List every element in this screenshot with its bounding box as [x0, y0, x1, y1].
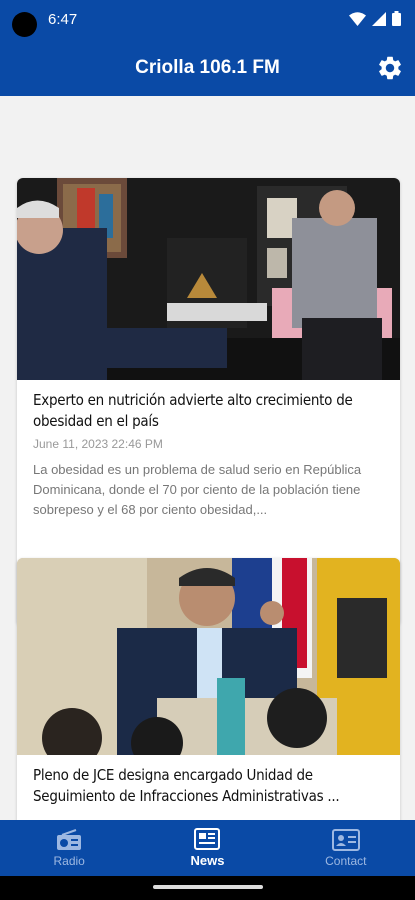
- settings-button[interactable]: [373, 51, 407, 85]
- article-image: [17, 558, 400, 755]
- nav-label-contact: Contact: [325, 853, 367, 868]
- article-excerpt: La obesidad es un problema de salud seri…: [33, 462, 362, 517]
- nav-item-contact[interactable]: Contact: [277, 820, 415, 876]
- radio-icon: [57, 828, 82, 850]
- contact-card-icon: [331, 828, 360, 851]
- home-indicator[interactable]: [153, 885, 263, 889]
- app-title: Criolla 106.1 FM: [135, 57, 280, 78]
- app-bar: Criolla 106.1 FM: [0, 40, 415, 96]
- status-time: 6:47: [48, 11, 78, 28]
- news-list[interactable]: Experto en nutrición advierte alto creci…: [0, 96, 415, 820]
- nav-item-radio[interactable]: Radio: [0, 820, 138, 876]
- newspaper-icon: [194, 828, 221, 850]
- status-bar: 6:47: [0, 0, 415, 40]
- battery-icon: [392, 11, 401, 26]
- wifi-icon: [349, 11, 366, 26]
- article-title: Pleno de JCE designa encargado Unidad de…: [33, 766, 340, 805]
- bottom-nav: Radio News Contact: [0, 820, 415, 876]
- camera-cutout: [12, 12, 37, 37]
- signal-icon: [372, 11, 386, 26]
- gear-icon: [379, 56, 401, 80]
- nav-label-news: News: [190, 853, 225, 868]
- nav-label-radio: Radio: [53, 853, 85, 868]
- nav-item-news[interactable]: News: [138, 820, 276, 876]
- gesture-bar: [0, 876, 415, 900]
- article-title: Experto en nutrición advierte alto creci…: [33, 391, 353, 430]
- article-date: June 11, 2023 22:46 PM: [33, 437, 163, 451]
- article-image: [17, 178, 400, 380]
- status-icons: [349, 11, 401, 26]
- news-card[interactable]: Pleno de JCE designa encargado Unidad de…: [17, 558, 400, 820]
